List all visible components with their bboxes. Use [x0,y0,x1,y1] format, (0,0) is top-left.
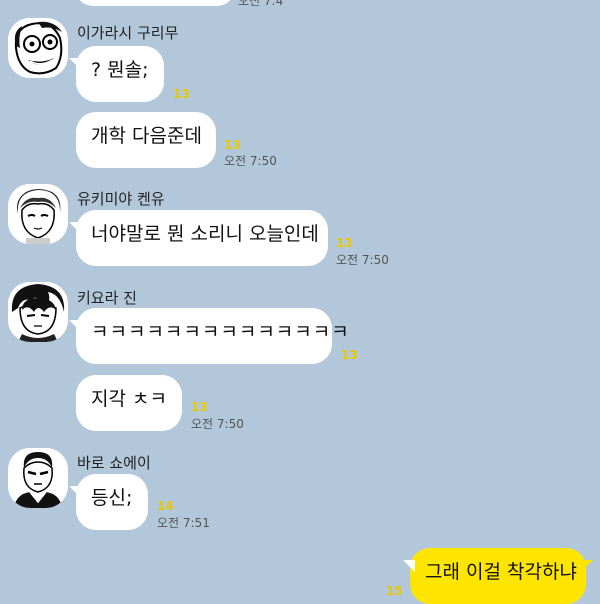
sender-name: 키요라 진 [77,289,137,307]
message-text: 개학 다음준데 [91,125,202,147]
profile-image-yukimiya [8,184,68,244]
message-text: 그래 이걸 착각하냐 [425,561,577,583]
message-text: 지각 ㅊㅋ [91,388,167,410]
read-count: 13 [336,236,353,250]
message-time-partial: 오전 7:4 [238,0,284,8]
profile-image-barou [8,448,68,508]
message-text: ㅋㅋㅋㅋㅋㅋㅋㅋㅋㅋㅋㅋㅋㅋ [91,321,350,343]
read-count: 13 [341,348,358,362]
profile-image-kiyora [8,282,68,342]
message-bubble[interactable]: 지각 ㅊㅋ [76,375,182,431]
avatar-kiyora[interactable] [8,282,68,342]
read-count: 13 [224,138,241,152]
my-message-bubble[interactable]: 그래 이걸 착각하냐 [403,548,593,604]
message-time: 오전 7:50 [191,417,244,431]
read-count: 13 [173,87,190,101]
avatar-yukimiya[interactable] [8,184,68,244]
message-bubble[interactable]: 너야말로 뭔 소리니 오늘인데 [69,210,328,266]
message-bubble[interactable]: ? 뭔솔; [69,46,164,102]
message-text: ? 뭔솔; [91,59,149,81]
message-bubble[interactable]: ㅋㅋㅋㅋㅋㅋㅋㅋㅋㅋㅋㅋㅋㅋ [69,308,349,364]
message-time: 오전 7:51 [157,516,210,530]
sender-name: 이가라시 구리무 [77,24,179,42]
sender-name: 유키미야 켄유 [77,190,165,208]
profile-image-igarashi [8,18,68,78]
message-time: 오전 7:50 [224,154,277,168]
read-count: 14 [157,499,174,513]
read-count: 15 [386,584,403,598]
avatar-barou[interactable] [8,448,68,508]
sender-name: 바로 쇼에이 [77,454,151,472]
message-bubble[interactable]: 등신; [69,474,148,530]
message-time: 오전 7:50 [336,253,389,267]
message-text: 너야말로 뭔 소리니 오늘인데 [91,223,319,245]
message-text: 등신; [91,487,133,509]
message-bubble-partial[interactable] [75,0,235,6]
read-count: 13 [191,400,208,414]
avatar-igarashi[interactable] [8,18,68,78]
message-bubble[interactable]: 개학 다음준데 [76,112,216,168]
